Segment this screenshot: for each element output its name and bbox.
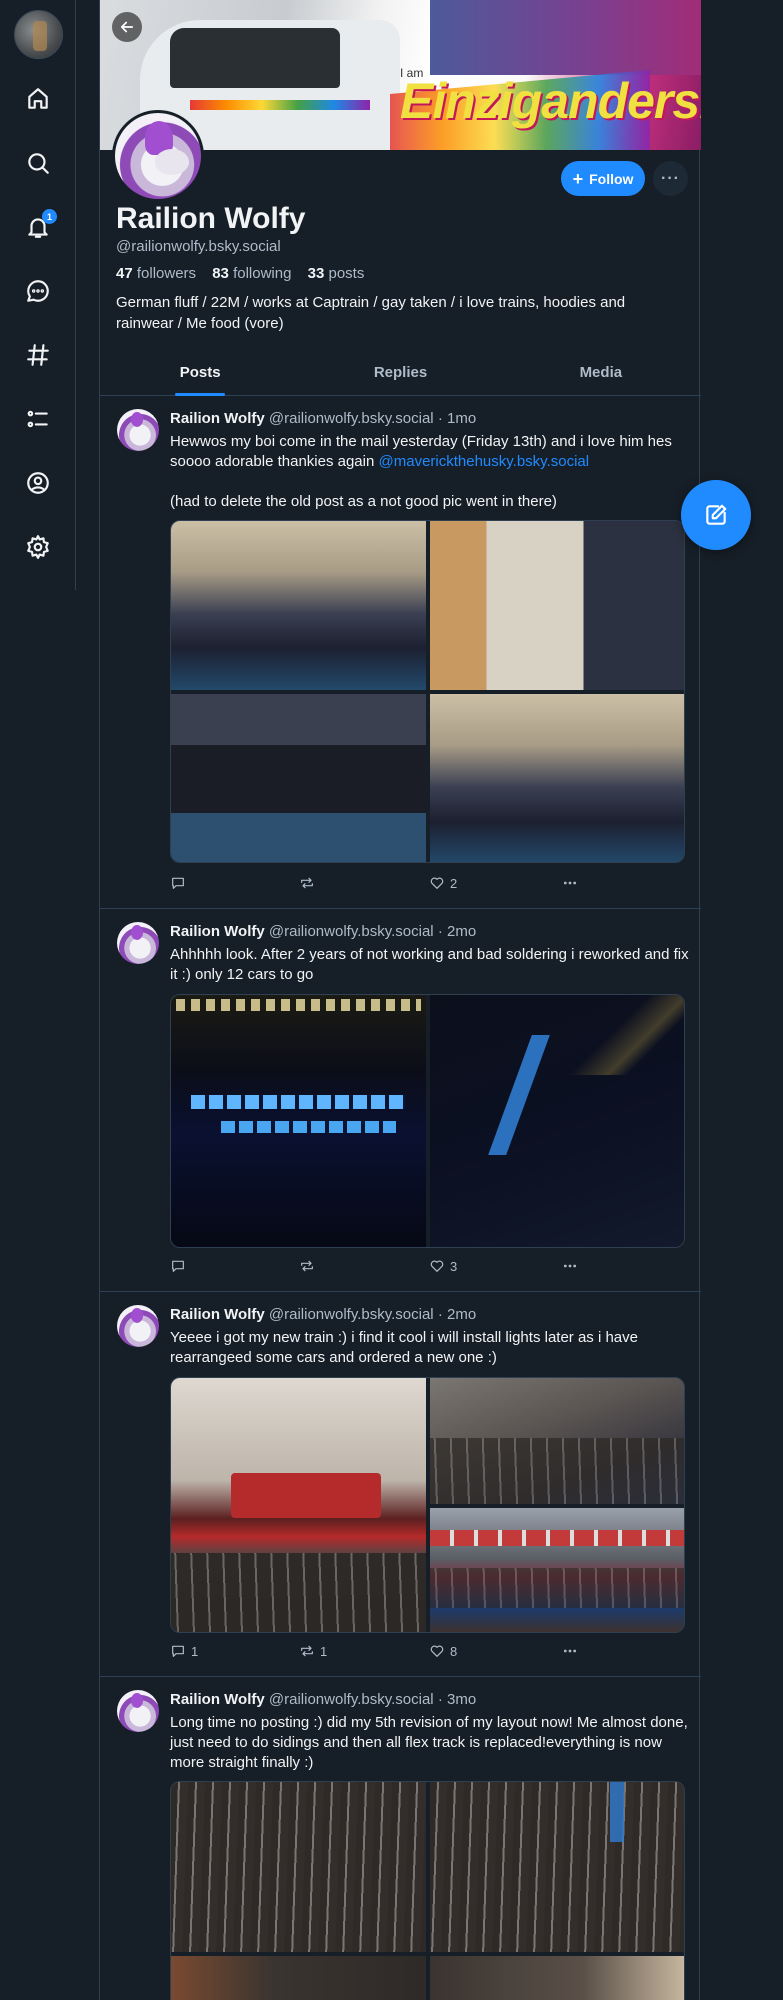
post-image[interactable] [171, 521, 426, 690]
post-image[interactable] [430, 1508, 684, 1632]
post-header: Railion Wolfy @railionwolfy.bsky.social … [170, 1691, 477, 1708]
tab-replies[interactable]: Replies [300, 356, 500, 395]
post-image[interactable] [430, 521, 684, 690]
reply-icon [172, 1645, 184, 1657]
banner-brand-word: Einziganders. [400, 73, 701, 129]
dots-icon [563, 881, 577, 885]
post-more-button[interactable] [562, 1643, 578, 1659]
home-icon[interactable] [22, 83, 54, 115]
like-button[interactable]: 8 [429, 1643, 457, 1659]
posts-count: 33 posts [307, 265, 365, 282]
bell-icon[interactable]: 1 [22, 209, 57, 243]
post-media-grid [170, 994, 685, 1248]
dots-icon [563, 1649, 577, 1653]
repost-icon [301, 877, 313, 889]
post-more-button[interactable] [562, 875, 578, 891]
follow-button[interactable]: + Follow [561, 161, 645, 196]
followers-link[interactable]: 47 followers [116, 265, 202, 282]
follow-label: Follow [589, 170, 634, 187]
post-avatar[interactable] [117, 922, 159, 964]
reply-icon [172, 877, 184, 889]
post-media-grid [170, 520, 685, 863]
post-header: Railion Wolfy @railionwolfy.bsky.social … [170, 1306, 477, 1323]
post-text: Long time no posting :) did my 5th revis… [170, 1714, 688, 1771]
like-button[interactable]: 3 [429, 1258, 457, 1274]
post-actions: 2 [170, 875, 600, 895]
reply-button[interactable] [170, 875, 191, 891]
post-image[interactable] [430, 1378, 684, 1504]
post-image[interactable] [430, 1782, 684, 1952]
post-text: Yeeee i got my new train :) i find it co… [170, 1329, 638, 1366]
post-header: Railion Wolfy @railionwolfy.bsky.social … [170, 923, 477, 940]
post-item[interactable]: Railion Wolfy @railionwolfy.bsky.social … [100, 1293, 701, 1677]
post-more-button[interactable] [562, 1258, 578, 1274]
following-link[interactable]: 83 following [212, 265, 297, 282]
tab-posts[interactable]: Posts [100, 356, 300, 396]
profile-tabs: Posts Replies Media [100, 356, 701, 396]
like-button[interactable]: 2 [429, 875, 457, 891]
repost-button[interactable]: 1 [299, 1643, 327, 1659]
display-name: Railion Wolfy [116, 202, 306, 235]
post-media-grid [170, 1781, 685, 2000]
post-media-grid [170, 1377, 685, 1633]
back-button[interactable] [112, 12, 142, 42]
search-icon[interactable] [22, 147, 54, 179]
profile-column: I am Einziganders. + Follow ··· Railion … [99, 0, 701, 2000]
dots-icon [563, 1264, 577, 1268]
mention-link[interactable]: @maverickthehusky.bsky.social [379, 453, 590, 470]
post-image[interactable] [430, 694, 684, 862]
more-options-button[interactable]: ··· [653, 161, 688, 196]
compose-button[interactable] [681, 480, 751, 550]
post-image[interactable] [171, 1378, 426, 1632]
compose-icon [706, 504, 727, 525]
plus-icon: + [572, 168, 584, 189]
repost-button[interactable] [299, 1258, 320, 1274]
tab-media[interactable]: Media [501, 356, 701, 395]
post-header: Railion Wolfy @railionwolfy.bsky.social … [170, 410, 477, 427]
heart-icon [430, 1260, 444, 1272]
heart-icon [430, 1645, 444, 1657]
post-avatar[interactable] [117, 1690, 159, 1732]
left-nav: 1 [0, 0, 76, 590]
arrow-left-icon [120, 21, 134, 33]
settings-icon[interactable] [22, 531, 54, 563]
post-image[interactable] [430, 995, 684, 1247]
heart-icon [430, 877, 444, 889]
repost-icon [301, 1260, 313, 1272]
list-icon[interactable] [22, 403, 54, 435]
post-actions: 1 1 8 [170, 1643, 600, 1663]
notification-badge: 1 [42, 209, 57, 224]
reply-button[interactable]: 1 [170, 1643, 198, 1659]
post-text: Hewwos my boi come in the mail yesterday… [170, 433, 672, 510]
post-image[interactable] [171, 1956, 426, 2000]
reply-button[interactable] [170, 1258, 191, 1274]
post-text: Ahhhhh look. After 2 years of not workin… [170, 946, 689, 983]
chat-icon[interactable] [22, 275, 54, 307]
profile-stats: 47 followers 83 following 33 posts [116, 265, 376, 282]
my-avatar[interactable] [14, 10, 63, 59]
profile-avatar[interactable] [112, 110, 204, 202]
profile-icon[interactable] [22, 467, 54, 499]
repost-icon [301, 1645, 313, 1657]
post-image[interactable] [430, 1956, 684, 2000]
profile-bio: German fluff / 22M / works at Captrain /… [116, 294, 626, 332]
post-item[interactable]: Railion Wolfy @railionwolfy.bsky.social … [100, 910, 701, 1292]
post-image[interactable] [171, 1782, 426, 1952]
post-avatar[interactable] [117, 1305, 159, 1347]
profile-handle: @railionwolfy.bsky.social [116, 238, 281, 255]
post-avatar[interactable] [117, 409, 159, 451]
post-item[interactable]: Railion Wolfy @railionwolfy.bsky.social … [100, 1678, 701, 2000]
post-image[interactable] [171, 995, 426, 1247]
hashtag-icon[interactable] [22, 339, 54, 371]
post-image[interactable] [171, 694, 426, 862]
post-item[interactable]: Railion Wolfy @railionwolfy.bsky.social … [100, 397, 701, 909]
post-actions: 3 [170, 1258, 600, 1278]
repost-button[interactable] [299, 875, 320, 891]
reply-icon [172, 1260, 184, 1272]
